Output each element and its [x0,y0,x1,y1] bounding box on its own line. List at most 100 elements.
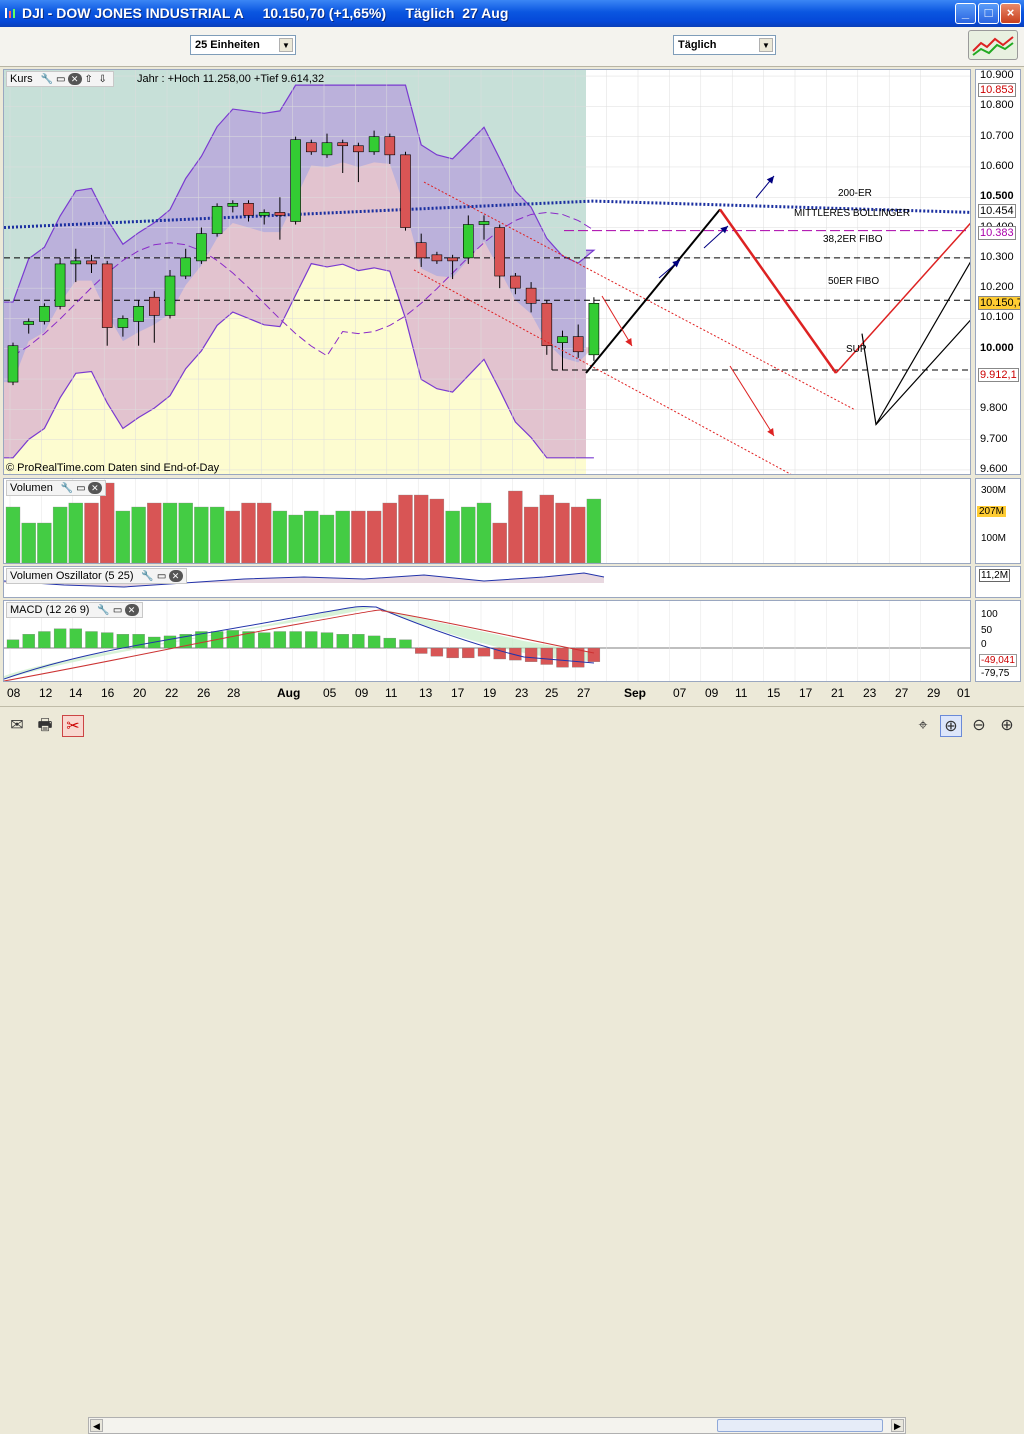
window-icon[interactable]: ▭ [54,74,68,86]
chart-app-icon [5,8,15,18]
volume-panel[interactable]: Volumen 🔧 ▭ ✕ [3,478,971,564]
x-axis: 08 12 14 16 20 22 26 28 Aug 05 09 11 13 17 19 23 25 27 Sep… [3,683,1021,703]
close-panel-icon[interactable]: ✕ [168,570,183,582]
x-axis-label: 01 [957,686,971,700]
scroll-left-icon[interactable]: ◀ [90,1419,103,1432]
candle [337,142,349,147]
candle [258,212,270,216]
delete-icon[interactable]: ✂ [62,715,84,737]
macd-histogram-bar [430,647,444,657]
price-panel[interactable]: Kurs 🔧 ▭ ✕ ⇧ ⇩ Jahr : +Hoch 11.258,00 +Tief … [3,69,971,475]
close-panel-icon[interactable]: ✕ [124,604,139,616]
chevron-down-icon[interactable]: ▼ [759,38,773,52]
volume-bar [335,510,350,563]
close-button[interactable]: × [1000,3,1021,24]
candle [557,336,568,343]
close-panel-icon[interactable]: ✕ [87,482,102,494]
volume-bar [68,502,83,563]
scroll-thumb[interactable] [717,1419,883,1432]
volume-bar [84,502,99,563]
volume-bar [555,502,570,563]
volume-bar [52,506,68,563]
price-panel-title: Kurs [10,73,33,85]
window-title: DJI - DOW JONES INDUSTRIAL A 10.150,70 (… [22,5,509,21]
annotation-mittleres-bollinger: MITTLERES BOLLINGER [794,208,911,219]
macd-histogram-bar [446,647,459,659]
price-chart[interactable] [4,70,971,475]
x-axis-label: 19 [483,686,497,700]
zoom-out-icon[interactable]: ⊖ [968,715,990,737]
title-bar: DJI - DOW JONES INDUSTRIAL A 10.150,70 (… [0,0,1024,27]
candle [525,287,537,304]
candle [305,142,317,153]
year-high-low-info: Jahr : +Hoch 11.258,00 +Tief 9.614,32 [137,73,325,85]
wrench-icon[interactable]: 🔧 [60,483,74,495]
price-marker: 10.853 [978,83,1016,98]
volume-bar [508,490,523,563]
vol-marker: 207M [977,506,1007,517]
mail-icon[interactable]: ✉ [6,715,28,737]
candle [431,254,443,262]
copyright-note: © ProRealTime.com Daten sind End-of-Day [6,462,220,474]
projection-up-line [585,208,721,374]
macd-scale: 100 50 0 -49,041 -79,75 [975,600,1021,682]
zoom-fit-icon[interactable]: ⊕ [940,715,962,737]
zoom-in-icon[interactable]: ⊕ [996,715,1018,737]
macd-histogram-bar [273,631,287,649]
volume-oscillator-panel[interactable]: Volumen Oszillator (5 25) 🔧 ▭ ✕ [3,566,971,598]
price-tick-label: 10.600 [980,159,1014,172]
volume-bar [178,502,193,563]
x-axis-label: 25 [545,686,559,700]
scroll-right-icon[interactable]: ▶ [891,1419,904,1432]
wrench-icon[interactable]: 🔧 [141,571,155,583]
arrow-down-icon[interactable]: ⇩ [96,74,110,86]
candle [368,136,380,153]
candle [101,263,113,328]
macd-chart[interactable] [4,601,971,682]
period-select[interactable]: Täglich ▼ [673,35,776,55]
chevron-down-icon[interactable]: ▼ [279,38,293,52]
volume-oscillator-header: Volumen Oszillator (5 25) 🔧 ▭ ✕ [6,568,187,584]
wrench-icon[interactable]: 🔧 [97,605,111,617]
x-axis-label: 15 [767,686,781,700]
volume-bar [586,498,602,563]
close-panel-icon[interactable]: ✕ [67,73,82,85]
volume-bar [351,510,366,563]
candle [541,302,553,347]
macd-tick: 0 [981,639,987,650]
macd-histogram-bar [587,647,601,662]
x-axis-label: 16 [101,686,115,700]
horizontal-scrollbar[interactable]: ◀ ▶ [88,1417,906,1434]
macd-histogram-bar [258,632,271,649]
price-marker: 10.150,7 [978,296,1020,311]
candle [588,302,600,356]
price-marker: 10.383 [978,225,1016,240]
macd-panel[interactable]: MACD (12 26 9) 🔧 ▭ ✕ [3,600,971,682]
print-icon[interactable]: 🖶 [34,715,56,737]
x-axis-label: 21 [831,686,845,700]
volume-chart[interactable] [4,479,971,564]
window-icon[interactable]: ▭ [74,483,88,495]
units-select[interactable]: 25 Einheiten ▼ [190,35,296,55]
wrench-icon[interactable]: 🔧 [40,74,54,86]
price-scale[interactable]: 10.90010.80010.70010.60010.50010.40010.3… [975,69,1021,475]
maximize-button[interactable]: □ [978,3,999,24]
x-axis-label: 09 [355,686,369,700]
price-tick-label: 10.000 [980,341,1014,354]
window-icon[interactable]: ▭ [155,571,169,583]
macd-histogram-bar [383,637,396,649]
window-icon[interactable]: ▭ [111,605,125,617]
minimize-button[interactable]: _ [955,3,976,24]
candle [353,145,364,153]
chart-style-button[interactable] [968,30,1018,60]
candle [39,306,50,322]
macd-histogram-bar [226,630,239,649]
arrow-up-icon[interactable]: ⇧ [82,74,96,86]
macd-marker: -49,041 [979,654,1017,667]
price-panel-header: Kurs 🔧 ▭ ✕ ⇧ ⇩ [6,71,114,87]
units-select-value: 25 Einheiten [195,39,260,51]
x-axis-label: 22 [165,686,179,700]
crosshair-icon[interactable]: ⌖ [912,715,934,737]
macd-histogram-bar [163,635,177,649]
annotation-38-fibo: 38,2ER FIBO [823,234,883,245]
